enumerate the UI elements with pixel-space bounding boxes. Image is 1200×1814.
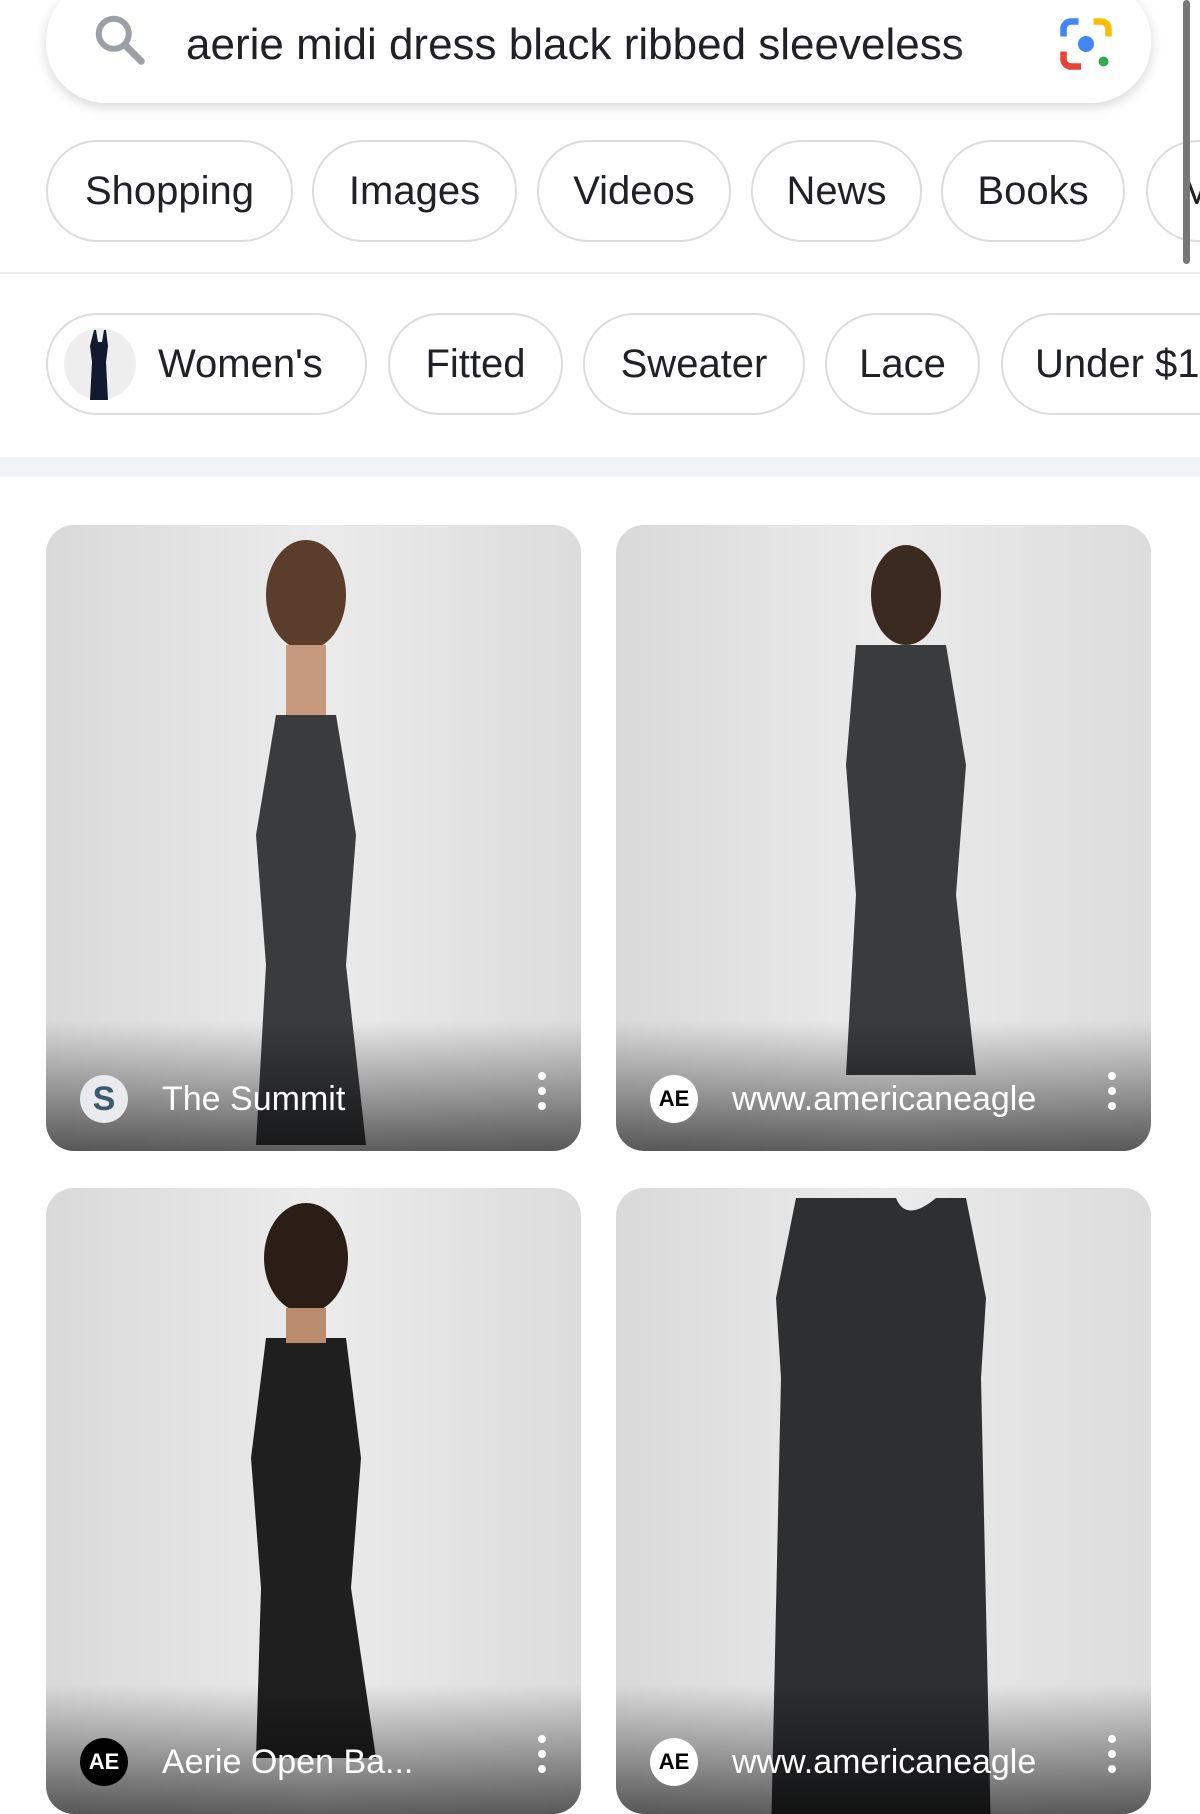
tab-videos[interactable]: Videos (537, 140, 731, 242)
filter-under-price[interactable]: Under $1 (1001, 313, 1200, 415)
tab-shopping[interactable]: Shopping (46, 140, 293, 242)
filter-lace[interactable]: Lace (825, 313, 980, 415)
tab-news[interactable]: News (751, 140, 922, 242)
source-name[interactable]: www.americaneagle (732, 1080, 1042, 1119)
search-input[interactable]: aerie midi dress black ribbed sleeveless (186, 20, 1056, 70)
filter-womens[interactable]: Women's (46, 313, 367, 415)
image-result[interactable]: AE www.americaneagle (616, 525, 1151, 1151)
more-options-icon[interactable] (1107, 1734, 1117, 1774)
image-result[interactable]: AE www.americaneagle (616, 1188, 1151, 1814)
section-separator (0, 457, 1200, 477)
source-name[interactable]: The Summit (162, 1080, 472, 1119)
google-lens-icon[interactable] (1056, 14, 1116, 74)
more-options-icon[interactable] (537, 1734, 547, 1774)
tab-images[interactable]: Images (312, 140, 517, 242)
source-logo: S (80, 1075, 128, 1123)
filter-sweater[interactable]: Sweater (583, 313, 805, 415)
divider (0, 272, 1200, 274)
filter-fitted[interactable]: Fitted (388, 313, 563, 415)
source-logo: AE (650, 1738, 698, 1786)
tab-books[interactable]: Books (941, 140, 1125, 242)
dress-thumbnail (64, 328, 136, 400)
source-name[interactable]: Aerie Open Ba... (162, 1743, 472, 1782)
image-result[interactable]: S The Summit (46, 525, 581, 1151)
source-name[interactable]: www.americaneagle (732, 1743, 1042, 1782)
filter-chips: Women's Fitted Sweater Lace Under $1 (0, 313, 1200, 417)
source-logo: AE (80, 1738, 128, 1786)
search-icon[interactable] (90, 10, 150, 70)
tab-more[interactable]: M (1146, 140, 1200, 242)
more-options-icon[interactable] (1107, 1071, 1117, 1111)
source-logo: AE (650, 1075, 698, 1123)
search-tabs: Shopping Images Videos News Books M (0, 140, 1200, 244)
scrollbar[interactable] (1183, 0, 1190, 264)
image-result[interactable]: AE Aerie Open Ba... (46, 1188, 581, 1814)
more-options-icon[interactable] (537, 1071, 547, 1111)
search-bar[interactable]: aerie midi dress black ribbed sleeveless (46, 0, 1151, 103)
filter-label: Women's (158, 341, 323, 386)
